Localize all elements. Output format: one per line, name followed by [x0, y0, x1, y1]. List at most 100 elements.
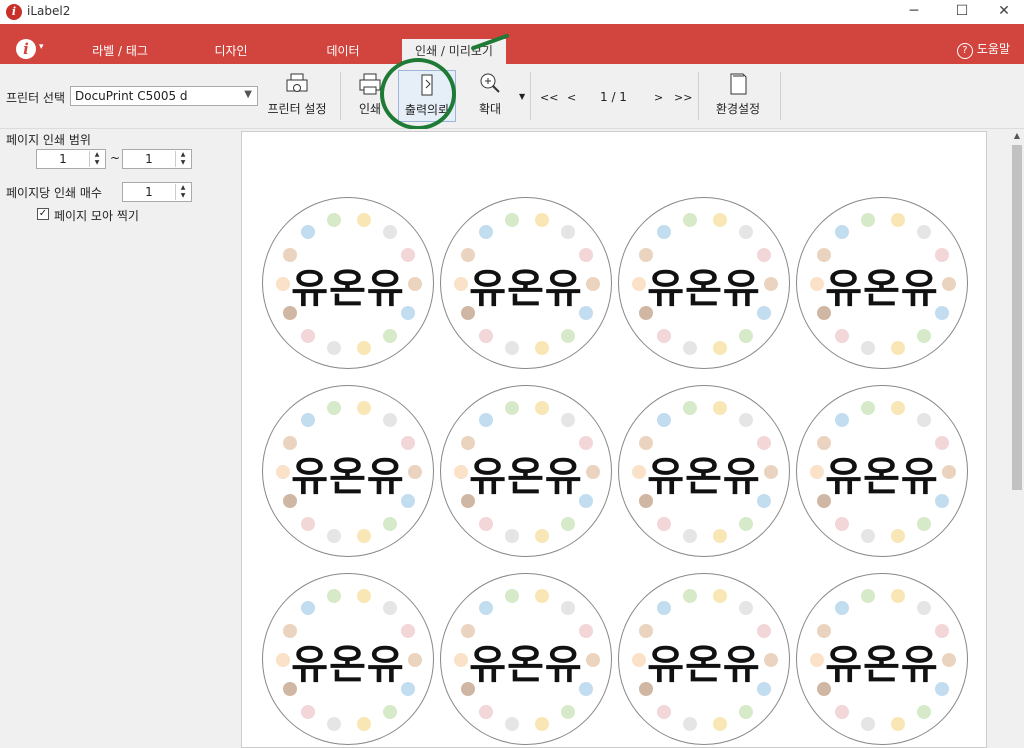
label-item: 유온유: [262, 197, 434, 369]
range-from-value: 1: [59, 152, 67, 166]
animal-face-icon: [478, 328, 493, 343]
maximize-button[interactable]: ☐: [940, 0, 984, 24]
label-item: 유온유: [796, 385, 968, 557]
label-item: 유온유: [262, 573, 434, 745]
animal-face-icon: [561, 225, 576, 240]
animal-face-icon: [861, 212, 876, 227]
animal-face-icon: [478, 413, 493, 428]
label-text: 유온유: [647, 454, 761, 500]
chevron-down-icon: ▼: [244, 89, 252, 100]
animal-face-icon: [327, 400, 342, 415]
animal-face-icon: [656, 413, 671, 428]
label-text: 유온유: [469, 266, 583, 312]
animal-face-icon: [383, 601, 398, 616]
animal-face-icon: [505, 588, 520, 603]
animal-face-icon: [534, 717, 549, 732]
animal-face-icon: [383, 413, 398, 428]
animal-face-icon: [917, 413, 932, 428]
tab-design[interactable]: 디자인: [196, 39, 266, 64]
label-text: 유온유: [825, 266, 939, 312]
animal-face-icon: [356, 341, 371, 356]
printer-setup-label: 프린터 설정: [267, 102, 327, 116]
app-menu-button[interactable]: i ▾: [16, 39, 48, 61]
label-text: 유온유: [469, 454, 583, 500]
range-from-stepper[interactable]: 1 ▲ ▼: [36, 149, 106, 169]
animal-face-icon: [890, 400, 905, 415]
range-separator: ~: [110, 151, 121, 165]
settings-button[interactable]: 환경설정: [710, 70, 766, 122]
label-text: 유온유: [647, 642, 761, 688]
chevron-down-icon: ▾: [39, 42, 44, 52]
label-item: 유온유: [262, 385, 434, 557]
printer-setup-button[interactable]: 프린터 설정: [264, 70, 330, 122]
animal-face-icon: [712, 341, 727, 356]
animal-face-icon: [712, 400, 727, 415]
title-bar: i iLabel2 ─ ☐ ✕: [0, 0, 1024, 24]
zoom-label: 확대: [478, 102, 502, 116]
animal-face-icon: [656, 516, 671, 531]
animal-face-icon: [656, 328, 671, 343]
animal-face-icon: [327, 588, 342, 603]
minimize-button[interactable]: ─: [892, 0, 936, 24]
animal-face-icon: [561, 516, 576, 531]
printer-select-value: DocuPrint C5005 d: [75, 89, 188, 103]
animal-face-icon: [300, 413, 315, 428]
animal-face-icon: [861, 588, 876, 603]
zoom-button[interactable]: 확대: [470, 70, 510, 122]
animal-face-icon: [739, 704, 754, 719]
tab-label-tag[interactable]: 라벨 / 태그: [78, 39, 162, 64]
annotation-circle: [380, 58, 456, 130]
copies-value: 1: [145, 185, 153, 199]
copies-stepper[interactable]: 1 ▲ ▼: [122, 182, 192, 202]
animal-face-icon: [561, 328, 576, 343]
label-item: 유온유: [618, 573, 790, 745]
label-text: 유온유: [469, 642, 583, 688]
animal-face-icon: [300, 225, 315, 240]
copies-label: 페이지당 인쇄 매수: [6, 186, 102, 200]
animal-face-icon: [478, 516, 493, 531]
first-page-button[interactable]: <<: [540, 91, 558, 104]
document-settings-icon: [730, 73, 747, 95]
animal-face-icon: [683, 400, 698, 415]
printer-select[interactable]: DocuPrint C5005 d ▼: [70, 86, 258, 106]
animal-face-icon: [861, 717, 876, 732]
animal-face-icon: [383, 704, 398, 719]
vertical-scrollbar[interactable]: ▲: [1010, 129, 1024, 748]
tab-data[interactable]: 데이터: [308, 39, 378, 64]
next-page-button[interactable]: >: [654, 91, 663, 104]
animal-face-icon: [861, 529, 876, 544]
prev-page-button[interactable]: <: [567, 91, 576, 104]
animal-face-icon: [478, 225, 493, 240]
stepper-buttons[interactable]: ▲ ▼: [89, 151, 104, 167]
zoom-dropdown-icon[interactable]: ▼: [519, 92, 525, 101]
animal-face-icon: [834, 704, 849, 719]
stepper-buttons[interactable]: ▲ ▼: [175, 184, 190, 200]
range-to-stepper[interactable]: 1 ▲ ▼: [122, 149, 192, 169]
animal-face-icon: [739, 225, 754, 240]
animal-face-icon: [505, 529, 520, 544]
animal-face-icon: [739, 516, 754, 531]
animal-face-icon: [739, 328, 754, 343]
scroll-up-icon[interactable]: ▲: [1010, 129, 1024, 143]
close-button[interactable]: ✕: [982, 0, 1024, 24]
animal-face-icon: [300, 601, 315, 616]
animal-face-icon: [890, 717, 905, 732]
animal-face-icon: [834, 225, 849, 240]
animal-face-icon: [861, 400, 876, 415]
label-item: 유온유: [618, 197, 790, 369]
animal-face-icon: [890, 588, 905, 603]
help-button[interactable]: ? 도움말: [956, 40, 1010, 59]
animal-face-icon: [534, 212, 549, 227]
scrollbar-thumb[interactable]: [1012, 145, 1022, 490]
animal-face-icon: [712, 529, 727, 544]
toolbar-divider: [698, 72, 699, 120]
collate-checkbox[interactable]: ✓: [37, 208, 49, 220]
label-text: 유온유: [825, 642, 939, 688]
last-page-button[interactable]: >>: [674, 91, 692, 104]
help-label: 도움말: [976, 42, 1010, 56]
animal-face-icon: [712, 212, 727, 227]
stepper-buttons[interactable]: ▲ ▼: [175, 151, 190, 167]
animal-face-icon: [327, 212, 342, 227]
animal-face-icon: [712, 717, 727, 732]
animal-face-icon: [356, 212, 371, 227]
